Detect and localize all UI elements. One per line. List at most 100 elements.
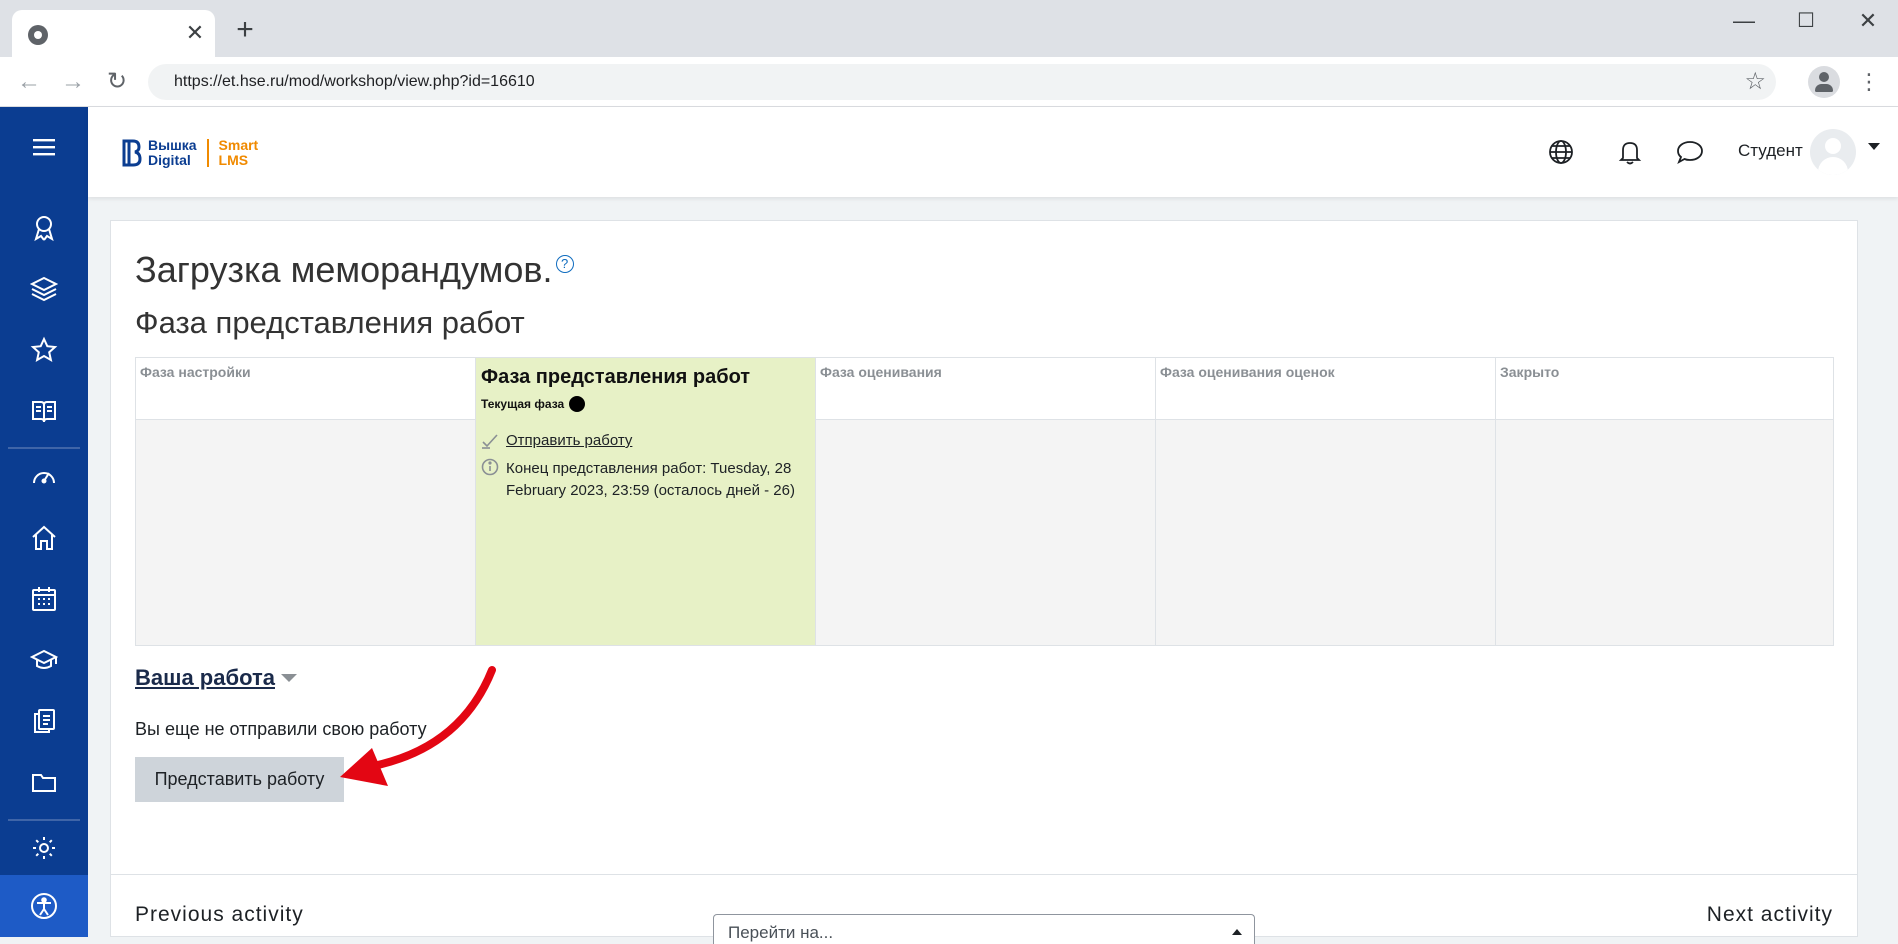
page-title-text: Загрузка меморандумов.: [135, 249, 553, 290]
site-header: Вышка Digital Smart LMS Студент: [88, 107, 1898, 197]
url-omnibox[interactable]: https://et.hse.ru/mod/workshop/view.php?…: [148, 64, 1776, 100]
window-minimize-icon[interactable]: —: [1724, 6, 1764, 36]
layers-icon: [30, 276, 58, 302]
select-chevron-icon: [1232, 929, 1242, 935]
info-icon: [481, 458, 499, 476]
phase-label: Фаза оценивания: [820, 364, 942, 380]
rail-item-files[interactable]: [0, 696, 88, 746]
checkmark-icon: [482, 434, 498, 449]
user-menu-chevron-down-icon[interactable]: [1868, 143, 1880, 150]
back-arrow-icon[interactable]: ←: [14, 67, 44, 97]
tab-close-icon[interactable]: ✕: [182, 20, 208, 46]
browser-tab-bar: ✕ + — ☐ ✕: [0, 0, 1898, 57]
phase-label: Фаза представления работ: [481, 366, 751, 388]
phase-label: Фаза настройки: [140, 364, 251, 380]
jump-to-select[interactable]: Перейти на...: [713, 914, 1255, 944]
award-icon: [34, 216, 54, 242]
window-close-icon[interactable]: ✕: [1848, 6, 1888, 36]
workshop-phases-table: Фаза настройки Фаза представления работ …: [135, 357, 1834, 646]
graduation-cap-icon: [30, 649, 58, 669]
hamburger-icon: [33, 139, 55, 156]
bookmark-star-icon[interactable]: ☆: [1744, 68, 1766, 96]
chrome-favicon-icon: [28, 25, 48, 45]
logo-line-2: Digital: [148, 152, 191, 168]
rail-item-courses[interactable]: [0, 264, 88, 314]
left-rail-nav: [0, 107, 88, 937]
rail-separator: [8, 819, 80, 821]
current-phase-label: Текущая фаза: [481, 397, 565, 411]
rail-item-settings[interactable]: [0, 823, 88, 873]
logo-divider: [206, 139, 209, 167]
speedometer-icon: [33, 472, 55, 484]
main-content-card: Загрузка меморандумов.? Фаза представлен…: [110, 220, 1858, 944]
gear-icon: [33, 837, 55, 859]
phase-submission: Фаза представления работ Текущая фаза От…: [476, 358, 816, 645]
rail-item-calendar[interactable]: [0, 574, 88, 624]
your-work-toggle[interactable]: Ваша работа: [135, 665, 297, 691]
help-icon[interactable]: ?: [555, 255, 574, 273]
current-phase-dot-icon: [569, 396, 586, 412]
chat-bubble-icon[interactable]: [1675, 137, 1705, 167]
home-icon: [32, 525, 56, 550]
rail-item-favourites[interactable]: [0, 325, 88, 375]
logo-line-1: Вышка: [148, 137, 197, 153]
rail-item-badges[interactable]: [0, 203, 88, 253]
accessibility-icon: [31, 893, 57, 919]
phase-closed-body: [1496, 420, 1833, 645]
browser-tab[interactable]: ✕: [12, 10, 215, 57]
star-icon: [30, 336, 58, 363]
submission-deadline-text: Конец представления работ: Tuesday, 28 F…: [506, 460, 795, 499]
chevron-down-icon: [280, 674, 297, 682]
rail-menu-toggle[interactable]: [0, 122, 88, 172]
current-phase-heading: Фаза представления работ: [135, 305, 525, 340]
rail-item-home[interactable]: [0, 513, 88, 563]
phase-assessment-header: Фаза оценивания: [816, 358, 1155, 420]
submit-work-link[interactable]: Отправить работу: [506, 432, 632, 449]
phase-evaluation-body: [1156, 420, 1495, 645]
user-name[interactable]: Студент: [1738, 141, 1803, 161]
activity-nav-divider: [111, 874, 1857, 875]
book-open-icon: [32, 401, 56, 423]
phase-setup: Фаза настройки: [136, 358, 476, 645]
hse-logo-icon: [122, 139, 142, 167]
user-avatar[interactable]: [1810, 129, 1856, 175]
browser-menu-icon[interactable]: ⋮: [1858, 69, 1880, 95]
rail-item-my-courses[interactable]: [0, 635, 88, 685]
globe-icon[interactable]: [1546, 137, 1576, 167]
page-title: Загрузка меморандумов.?: [135, 249, 574, 291]
rail-item-library[interactable]: [0, 386, 88, 436]
phase-closed: Закрыто: [1496, 358, 1833, 645]
phase-label: Закрыто: [1500, 364, 1560, 380]
site-logo[interactable]: Вышка Digital Smart LMS: [122, 135, 258, 171]
new-tab-icon[interactable]: +: [232, 15, 258, 45]
phase-setup-body: [136, 420, 475, 645]
phase-assessment-body: [816, 420, 1155, 645]
phase-evaluation: Фаза оценивания оценок: [1156, 358, 1496, 645]
phase-closed-header: Закрыто: [1496, 358, 1833, 420]
folder-icon: [32, 774, 56, 792]
reload-icon[interactable]: ↻: [102, 67, 132, 97]
forward-arrow-icon[interactable]: →: [58, 67, 88, 97]
submit-work-button[interactable]: Представить работу: [135, 757, 344, 802]
phase-setup-header: Фаза настройки: [136, 358, 475, 420]
task-deadline: Конец представления работ: Tuesday, 28 F…: [481, 458, 806, 502]
logo-lms: LMS: [218, 152, 249, 168]
current-phase-badge: Текущая фаза: [481, 396, 586, 412]
browser-address-bar: ← → ↻ https://et.hse.ru/mod/workshop/vie…: [0, 57, 1898, 107]
url-text[interactable]: https://et.hse.ru/mod/workshop/view.php?…: [174, 73, 535, 91]
window-maximize-icon[interactable]: ☐: [1786, 6, 1826, 36]
logo-smart: Smart: [218, 137, 259, 153]
task-submit: Отправить работу: [481, 432, 632, 450]
bell-icon[interactable]: [1615, 137, 1645, 167]
rail-accessibility-button[interactable]: [0, 875, 88, 937]
your-work-heading: Ваша работа: [135, 665, 275, 690]
calendar-icon: [32, 587, 56, 611]
rail-item-folder[interactable]: [0, 757, 88, 807]
browser-profile-icon[interactable]: [1808, 66, 1840, 98]
phase-label: Фаза оценивания оценок: [1160, 364, 1335, 380]
rail-item-dashboard[interactable]: [0, 452, 88, 502]
next-activity-link[interactable]: Next activity: [1707, 903, 1833, 927]
documents-icon: [34, 709, 55, 733]
previous-activity-link[interactable]: Previous activity: [135, 903, 304, 927]
phase-submission-body: Отправить работу Конец представления раб…: [476, 420, 815, 645]
